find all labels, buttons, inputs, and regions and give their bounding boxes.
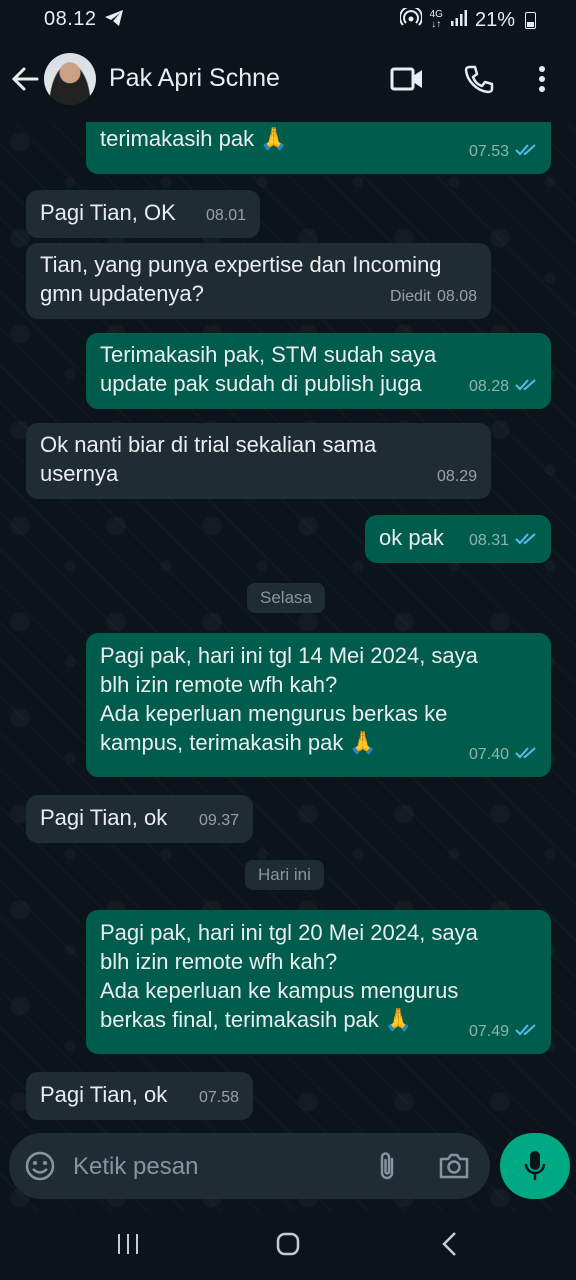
message-time: 08.28: [468, 378, 509, 395]
message-text: Ok nanti biar di trial sekalian sama use…: [40, 432, 377, 486]
recent-apps-icon[interactable]: [116, 1232, 140, 1261]
battery-icon: [525, 11, 536, 29]
message-text: Pagi pak, hari ini tgl 20 Mei 2024, saya…: [100, 920, 478, 1032]
mic-button[interactable]: [500, 1133, 570, 1199]
message-out[interactable]: ok pak 08.31: [365, 515, 551, 563]
message-meta: 08.28: [469, 372, 537, 401]
read-ticks-icon: [515, 740, 537, 769]
message-meta: 07.40: [469, 740, 537, 769]
message-time: 08.29: [436, 468, 477, 485]
message-time: 08.08: [436, 288, 477, 305]
read-ticks-icon: [515, 1017, 537, 1046]
message-meta: 08.31: [469, 526, 537, 555]
battery-percent: 21%: [474, 8, 515, 31]
contact-name[interactable]: Pak Apri Schne: [109, 64, 280, 93]
attach-icon[interactable]: [374, 1150, 400, 1187]
message-in[interactable]: Pagi Tian, ok 07.58: [26, 1072, 253, 1120]
message-time: 07.53: [468, 143, 509, 160]
message-out[interactable]: terimakasih pak 🙏 07.53: [86, 122, 551, 174]
message-meta: 08.01: [206, 201, 246, 230]
message-in[interactable]: Ok nanti biar di trial sekalian sama use…: [26, 423, 491, 499]
home-icon[interactable]: [276, 1232, 300, 1261]
message-time: 08.31: [468, 532, 509, 549]
message-out[interactable]: Pagi pak, hari ini tgl 14 Mei 2024, saya…: [86, 633, 551, 777]
date-separator: Hari ini: [245, 860, 324, 890]
status-time: 08.12: [44, 8, 97, 30]
screen: 08.12 4G ↓↑ 21% Pak Apri Schne terimakas…: [0, 0, 576, 1280]
message-input[interactable]: Ketik pesan: [73, 1153, 198, 1181]
message-meta: 07.53: [469, 137, 537, 166]
back-nav-icon[interactable]: [440, 1231, 460, 1262]
network-type: 4G ↓↑: [429, 9, 443, 30]
message-in[interactable]: Pagi Tian, OK 08.01: [26, 190, 260, 238]
emoji-icon[interactable]: [24, 1150, 56, 1187]
message-text: Pagi Tian, OK: [40, 200, 176, 225]
read-ticks-icon: [515, 372, 537, 401]
message-meta: 08.29: [437, 462, 477, 491]
signal-icon: [450, 9, 467, 32]
message-in[interactable]: Pagi Tian, ok 09.37: [26, 795, 253, 843]
video-call-icon[interactable]: [390, 64, 424, 99]
message-time: 09.37: [198, 812, 239, 829]
message-in[interactable]: Tian, yang punya expertise dan Incoming …: [26, 243, 491, 319]
message-meta: 07.49: [469, 1017, 537, 1046]
message-time: 07.49: [468, 1023, 509, 1040]
read-ticks-icon: [515, 526, 537, 555]
message-meta: 07.58: [199, 1083, 239, 1112]
status-bar: 08.12 4G ↓↑ 21%: [0, 0, 576, 40]
chat-list[interactable]: terimakasih pak 🙏 07.53 Pagi Tian, OK 08…: [0, 122, 576, 1132]
message-text: Pagi pak, hari ini tgl 14 Mei 2024, saya…: [100, 643, 478, 755]
message-out[interactable]: Pagi pak, hari ini tgl 20 Mei 2024, saya…: [86, 910, 551, 1054]
message-time: 08.01: [205, 207, 246, 224]
read-ticks-icon: [515, 137, 537, 166]
more-vert-icon[interactable]: [536, 64, 548, 99]
message-out[interactable]: Terimakasih pak, STM sudah saya update p…: [86, 333, 551, 409]
edited-label: Diedit: [390, 288, 431, 305]
network-type-label: 4G: [429, 9, 443, 20]
camera-icon[interactable]: [438, 1151, 470, 1186]
telegram-send-icon: [104, 9, 124, 33]
message-meta: 09.37: [199, 806, 239, 835]
message-time: 07.58: [198, 1089, 239, 1106]
hotspot-icon: [398, 5, 423, 32]
system-nav-bar: [0, 1212, 576, 1280]
message-text: Terimakasih pak, STM sudah saya update p…: [100, 342, 437, 396]
voice-call-icon[interactable]: [464, 64, 494, 99]
avatar[interactable]: [44, 53, 96, 105]
chat-header: Pak Apri Schne: [0, 40, 576, 122]
message-composer[interactable]: Ketik pesan: [9, 1133, 490, 1199]
message-text: terimakasih pak 🙏: [100, 126, 288, 151]
message-meta: Diedit 08.08: [390, 282, 477, 311]
back-arrow-icon[interactable]: [10, 64, 40, 99]
message-text: Pagi Tian, ok: [40, 805, 168, 830]
message-text: Pagi Tian, ok: [40, 1082, 168, 1107]
message-text: Tian, yang punya expertise dan Incoming …: [40, 252, 442, 306]
status-icons: 4G ↓↑ 21%: [398, 5, 536, 32]
mic-icon: [524, 1150, 546, 1187]
message-time: 07.40: [468, 746, 509, 763]
message-text: ok pak: [379, 525, 444, 550]
date-separator: Selasa: [247, 583, 325, 613]
